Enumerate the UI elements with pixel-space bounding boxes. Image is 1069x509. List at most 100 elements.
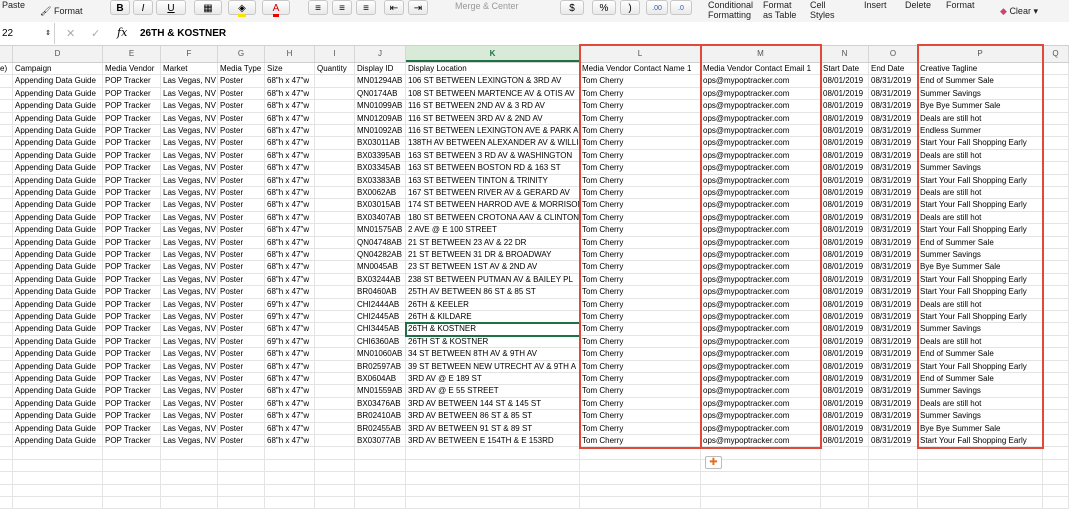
table-cell[interactable]: Las Vegas, NV (161, 348, 218, 361)
table-cell[interactable]: Tom Cherry (580, 261, 701, 274)
table-cell[interactable]: Las Vegas, NV (161, 311, 218, 324)
table-cell[interactable]: Tom Cherry (580, 385, 701, 398)
table-cell[interactable]: 68"h x 47"w (265, 75, 315, 88)
table-cell[interactable]: POP Tracker (103, 435, 161, 448)
table-cell[interactable]: Poster (218, 410, 265, 423)
table-cell[interactable]: 68"h x 47"w (265, 224, 315, 237)
table-cell[interactable]: Las Vegas, NV (161, 298, 218, 311)
table-cell[interactable]: 08/31/2019 (869, 87, 918, 101)
column-header-cell[interactable]: Campaign (13, 63, 103, 76)
table-cell[interactable] (315, 75, 355, 88)
align-left-button[interactable]: ≡ (308, 0, 328, 15)
table-cell[interactable]: Poster (218, 149, 265, 163)
table-cell[interactable] (1043, 261, 1069, 274)
table-cell[interactable]: CHI2445AB (355, 311, 406, 324)
column-header-cell[interactable]: Market (161, 63, 218, 76)
table-cell[interactable]: BX03395AB (355, 149, 406, 163)
table-cell[interactable] (0, 224, 13, 237)
table-cell[interactable]: Appending Data Guide (13, 360, 103, 373)
table-cell[interactable] (315, 224, 355, 237)
table-cell[interactable]: Las Vegas, NV (161, 422, 218, 435)
table-cell[interactable]: 08/31/2019 (869, 348, 918, 361)
table-cell[interactable] (821, 484, 869, 497)
table-cell[interactable]: 26TH & KOSTNER (406, 323, 580, 336)
table-cell[interactable]: 08/01/2019 (821, 137, 869, 150)
table-cell[interactable]: Tom Cherry (580, 187, 701, 200)
cancel-icon[interactable]: ✕ (66, 27, 75, 40)
table-cell[interactable]: Poster (218, 174, 265, 187)
table-cell[interactable] (315, 459, 355, 473)
table-cell[interactable]: Las Vegas, NV (161, 125, 218, 138)
table-cell[interactable]: Poster (218, 385, 265, 398)
table-cell[interactable]: Endless Summer (918, 125, 1043, 138)
table-cell[interactable]: Appending Data Guide (13, 236, 103, 249)
table-cell[interactable] (315, 187, 355, 200)
table-cell[interactable]: 08/31/2019 (869, 199, 918, 212)
table-cell[interactable] (1043, 397, 1069, 411)
table-cell[interactable]: ops@mypoptracker.com (701, 373, 821, 386)
table-cell[interactable]: 68"h x 47"w (265, 273, 315, 287)
table-cell[interactable]: Summer Savings (918, 162, 1043, 175)
table-cell[interactable] (869, 484, 918, 497)
table-cell[interactable] (701, 484, 821, 497)
table-cell[interactable]: 68"h x 47"w (265, 249, 315, 262)
table-cell[interactable] (1043, 435, 1069, 448)
table-cell[interactable] (218, 459, 265, 473)
table-cell[interactable] (0, 348, 13, 361)
table-cell[interactable] (869, 472, 918, 485)
table-cell[interactable]: POP Tracker (103, 422, 161, 435)
table-cell[interactable]: 21 ST BETWEEN 23 AV & 22 DR (406, 236, 580, 249)
table-cell[interactable]: 34 ST BETWEEN 8TH AV & 9TH AV (406, 348, 580, 361)
table-cell[interactable]: Las Vegas, NV (161, 397, 218, 411)
table-cell[interactable]: 68"h x 47"w (265, 137, 315, 150)
table-cell[interactable]: 08/31/2019 (869, 187, 918, 200)
table-cell[interactable]: Appending Data Guide (13, 187, 103, 200)
column-letter-F[interactable]: F (161, 46, 218, 62)
table-cell[interactable]: POP Tracker (103, 187, 161, 200)
table-cell[interactable] (1043, 149, 1069, 163)
table-cell[interactable]: 08/31/2019 (869, 360, 918, 373)
table-cell[interactable] (406, 447, 580, 460)
table-cell[interactable]: ops@mypoptracker.com (701, 187, 821, 200)
table-cell[interactable]: BX03011AB (355, 137, 406, 150)
table-cell[interactable]: Tom Cherry (580, 199, 701, 212)
table-cell[interactable] (315, 249, 355, 262)
column-header-cell[interactable]: Display Location (406, 63, 580, 76)
table-cell[interactable]: 08/01/2019 (821, 224, 869, 237)
table-cell[interactable]: 68"h x 47"w (265, 100, 315, 113)
borders-button[interactable]: ▦ (194, 0, 222, 15)
table-cell[interactable]: Appending Data Guide (13, 323, 103, 336)
table-cell[interactable]: Las Vegas, NV (161, 137, 218, 150)
table-cell[interactable]: 68"h x 47"w (265, 236, 315, 249)
table-cell[interactable]: 3RD AV BETWEEN 86 ST & 85 ST (406, 410, 580, 423)
table-cell[interactable]: Start Your Fall Shopping Early (918, 174, 1043, 187)
table-cell[interactable]: 68"h x 47"w (265, 162, 315, 175)
table-cell[interactable]: POP Tracker (103, 199, 161, 212)
table-cell[interactable]: Poster (218, 261, 265, 274)
table-cell[interactable]: 108 ST BETWEEN MARTENCE AV & OTIS AV (406, 87, 580, 101)
table-cell[interactable]: ops@mypoptracker.com (701, 335, 821, 349)
table-cell[interactable] (406, 484, 580, 497)
increase-decimal-button[interactable]: .00 (646, 0, 668, 15)
table-cell[interactable]: BR02410AB (355, 410, 406, 423)
table-cell[interactable] (315, 397, 355, 411)
table-cell[interactable]: 138TH AV BETWEEN ALEXANDER AV & WILLIS (406, 137, 580, 150)
table-cell[interactable] (0, 87, 13, 101)
table-cell[interactable] (161, 472, 218, 485)
table-cell[interactable] (218, 472, 265, 485)
column-letter-H[interactable]: H (265, 46, 315, 62)
column-header-cell[interactable]: Display ID (355, 63, 406, 76)
table-cell[interactable]: Tom Cherry (580, 100, 701, 113)
table-cell[interactable]: Deals are still hot (918, 187, 1043, 200)
table-cell[interactable]: 25TH AV BETWEEN 86 ST & 85 ST (406, 286, 580, 299)
table-cell[interactable]: 08/31/2019 (869, 125, 918, 138)
column-header-cell[interactable]: e) (0, 63, 13, 76)
table-cell[interactable]: ops@mypoptracker.com (701, 286, 821, 299)
table-cell[interactable] (161, 497, 218, 509)
table-cell[interactable]: Poster (218, 373, 265, 386)
column-header-cell[interactable]: Creative Tagline (918, 63, 1043, 76)
table-cell[interactable]: 2 AVE @ E 100 STREET (406, 224, 580, 237)
table-cell[interactable]: 68"h x 47"w (265, 149, 315, 163)
column-header-cell[interactable] (1043, 63, 1069, 76)
table-cell[interactable] (580, 447, 701, 460)
